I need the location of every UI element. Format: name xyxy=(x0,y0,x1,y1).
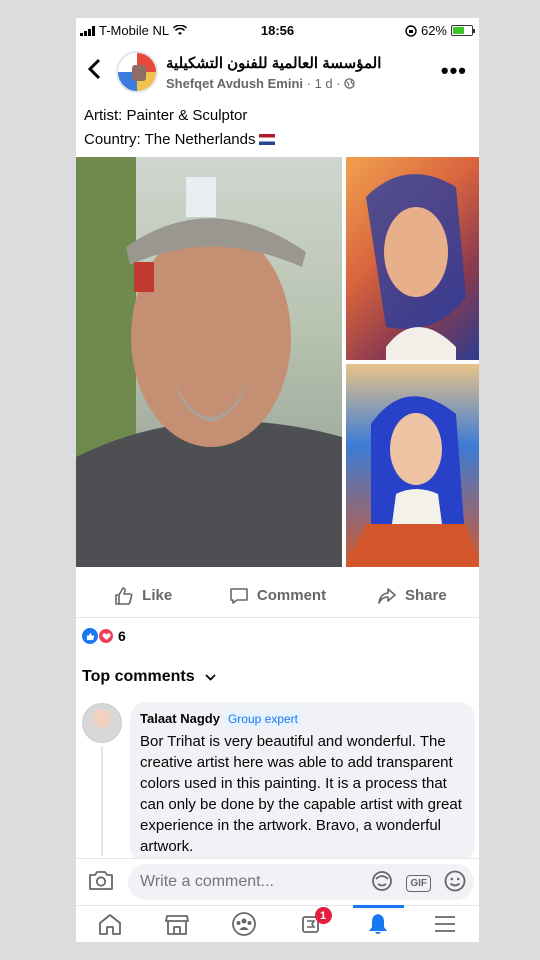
chevron-down-icon xyxy=(204,673,216,681)
nav-pages[interactable]: 1 xyxy=(278,906,345,942)
like-label: Like xyxy=(142,587,173,604)
share-icon xyxy=(378,587,396,604)
avatar-sticker-icon xyxy=(372,871,393,891)
bell-icon xyxy=(369,914,388,934)
comment-button[interactable]: Comment xyxy=(210,574,344,617)
gif-button[interactable]: GIF xyxy=(406,875,431,892)
painting-portrait-2[interactable] xyxy=(346,364,479,567)
post-meta: Shefqet Avdush Emini · 1 d · xyxy=(166,76,355,91)
home-icon xyxy=(98,914,121,935)
top-comments-label: Top comments xyxy=(82,668,195,685)
groups-icon xyxy=(232,912,256,936)
bottom-nav: 1 xyxy=(76,905,479,942)
status-right: 62% xyxy=(405,23,475,38)
comment-label: Comment xyxy=(256,587,327,604)
comment-bubble: Talaat Nagdy Group expert Bor Trihat is v… xyxy=(130,702,475,862)
painting-portrait-1[interactable] xyxy=(346,157,479,360)
nav-groups[interactable] xyxy=(210,906,277,942)
avatar-sticker-button[interactable] xyxy=(370,869,394,898)
post-line-country: Country: The Netherlands xyxy=(84,128,276,152)
thumbs-up-icon xyxy=(115,586,133,605)
artist-photo-art xyxy=(76,157,342,567)
emoji-icon xyxy=(444,870,466,892)
phone-screen: T-Mobile NL 18:56 62% المؤسسة العالمية ل… xyxy=(76,18,479,942)
commenter-name[interactable]: Talaat Nagdy xyxy=(140,711,220,726)
thread-line xyxy=(101,746,103,856)
post-line-artist: Artist: Painter & Sculptor xyxy=(84,107,248,124)
share-button[interactable]: Share xyxy=(345,574,479,617)
share-label: Share xyxy=(404,587,447,604)
nav-marketplace[interactable] xyxy=(143,906,210,942)
orientation-lock-icon xyxy=(405,24,417,37)
post-line-country-text: Country: The Netherlands xyxy=(84,131,256,148)
nav-notifications[interactable] xyxy=(345,905,412,942)
status-bar: T-Mobile NL 18:56 62% xyxy=(76,18,479,44)
nav-menu[interactable] xyxy=(412,906,479,942)
battery-fill xyxy=(453,27,465,34)
post-header: المؤسسة العالمية للفنون التشكيلية Shefqe… xyxy=(76,44,479,104)
painting-2-art xyxy=(346,396,479,567)
post-text: Artist: Painter & Sculptor Country: The … xyxy=(84,104,276,152)
group-expert-badge: Group expert xyxy=(223,711,302,727)
camera-icon xyxy=(89,871,113,890)
post-actions: Like Comment Share xyxy=(76,574,479,618)
battery-percent: 62% xyxy=(420,23,447,38)
comment-header: Talaat Nagdy Group expert xyxy=(140,710,465,728)
reaction-count: 6 xyxy=(118,628,126,644)
love-reaction-icon xyxy=(98,628,114,644)
chevron-left-icon xyxy=(87,58,101,80)
netherlands-flag-icon xyxy=(259,134,276,145)
globe-icon xyxy=(344,78,355,89)
artist-photo[interactable] xyxy=(76,157,342,567)
like-button[interactable]: Like xyxy=(76,574,210,617)
nav-home[interactable] xyxy=(76,906,143,942)
post-time: · 1 d · xyxy=(306,76,341,91)
battery-icon xyxy=(451,25,475,36)
composer-tools: GIF xyxy=(370,869,467,898)
comment-icon xyxy=(230,587,248,604)
comment-text: Bor Trihat is very beautiful and wonderf… xyxy=(140,733,462,855)
commenter-avatar[interactable] xyxy=(82,703,122,743)
more-options-button[interactable]: ••• xyxy=(441,58,467,84)
group-name[interactable]: المؤسسة العالمية للفنون التشكيلية xyxy=(166,54,381,72)
top-comments-filter[interactable]: Top comments xyxy=(82,668,216,686)
marketplace-icon xyxy=(164,915,189,935)
notification-count-badge: 1 xyxy=(314,907,332,924)
emoji-button[interactable] xyxy=(443,869,467,898)
reactions-summary[interactable]: 6 xyxy=(82,628,126,644)
hamburger-menu-icon xyxy=(435,916,456,932)
painting-1-art xyxy=(366,174,466,360)
back-button[interactable] xyxy=(86,58,102,84)
comment-composer: GIF xyxy=(76,858,479,904)
photo-grid xyxy=(76,157,479,567)
camera-button[interactable] xyxy=(88,869,114,896)
group-avatar[interactable] xyxy=(116,51,158,93)
like-reaction-icon xyxy=(82,628,98,644)
author-name[interactable]: Shefqet Avdush Emini xyxy=(166,76,303,91)
